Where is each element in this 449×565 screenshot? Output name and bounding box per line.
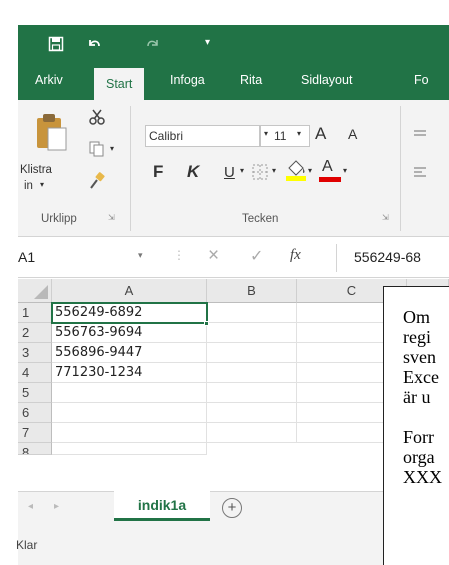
group-divider [400,106,401,231]
align-left-icon[interactable] [413,166,427,185]
font-size-dropdown-icon: ▾ [264,129,269,138]
clipboard-launcher-icon[interactable]: ⇲ [108,213,115,222]
note-line: är u [403,387,431,407]
cut-icon[interactable] [88,108,106,131]
borders-icon[interactable] [251,163,269,186]
formula-divider [336,244,337,272]
paste-label[interactable]: Klistra [20,164,52,176]
tab-start[interactable]: Start [94,68,145,100]
clipboard-group-label: Urklipp [41,213,77,225]
formula-bar: A1 ▾ ⋮ × ✓ fx 556249-68 [18,238,449,278]
fill-handle[interactable] [204,321,209,326]
paste-label-2[interactable]: in [24,180,33,192]
note-line: regi [403,327,431,347]
redo-icon[interactable] [145,25,161,61]
tab-infoga[interactable]: Infoga [170,61,205,100]
cell-a5[interactable] [52,383,207,403]
ribbon: Klistra in ▾ ▾ Urklipp ⇲ Calibri ▾ 11 ▾ … [18,100,449,237]
cell-b6[interactable] [207,403,297,423]
underline-dropdown-icon[interactable]: ▾ [240,166,244,175]
tab-sidlayout[interactable]: Sidlayout [301,61,352,100]
font-group-label: Tecken [242,213,279,225]
copy-dropdown-icon[interactable]: ▾ [110,144,114,153]
annotation-box: Om regi sven Exce är u Forr orga XXX [383,286,449,565]
row-header[interactable]: 8 [18,443,52,455]
cell-a7[interactable] [52,423,207,443]
align-top-icon[interactable] [413,126,427,144]
customize-icon[interactable]: ▾ [205,25,210,61]
font-color-button[interactable]: A [319,158,341,182]
fill-color-dropdown-icon[interactable]: ▾ [308,166,312,175]
ribbon-tabs: Arkiv Start Infoga Rita Sidlayout Fo [18,61,449,100]
italic-button[interactable]: K [187,162,199,182]
paste-icon[interactable] [34,110,68,159]
copy-icon[interactable] [88,140,106,163]
font-size-box[interactable]: ▾ 11 ▾ [260,125,310,147]
undo-icon[interactable] [86,25,102,61]
row-header[interactable]: 2 [18,323,52,343]
active-cell-outline [51,302,208,324]
cell-b7[interactable] [207,423,297,443]
note-line: Om [403,307,430,327]
group-divider [130,106,131,231]
column-header-b[interactable]: B [207,279,297,303]
cancel-icon[interactable]: × [208,245,219,267]
note-line: XXX [403,467,442,487]
tab-formler[interactable]: Fo [414,61,429,100]
row-header[interactable]: 4 [18,363,52,383]
cell-a4[interactable]: 771230-1234 [52,363,207,383]
row-header[interactable]: 3 [18,343,52,363]
note-line: orga [403,447,435,467]
cell-a8[interactable] [52,443,207,455]
cell-a2[interactable]: 556763-9694 [52,323,207,343]
column-header-a[interactable]: A [52,279,207,303]
note-line: Forr [403,427,434,447]
cell-b3[interactable] [207,343,297,363]
tab-arkiv[interactable]: Arkiv [35,61,63,100]
paste-dropdown-icon[interactable]: ▾ [40,180,44,189]
row-header[interactable]: 6 [18,403,52,423]
save-icon[interactable] [48,25,64,61]
cell-b1[interactable] [207,303,297,323]
function-icon[interactable]: fx [290,247,301,264]
format-painter-icon[interactable] [88,172,106,195]
borders-dropdown-icon[interactable]: ▾ [272,166,276,175]
quick-access-toolbar: ▾ [18,25,449,61]
separator-dots-icon: ⋮ [173,248,185,262]
font-name-box[interactable]: Calibri [145,125,260,147]
row-header[interactable]: 7 [18,423,52,443]
bold-button[interactable]: F [153,162,163,182]
note-line: Exce [403,367,439,387]
cell-a3[interactable]: 556896-9447 [52,343,207,363]
sheet-tab-indik1a[interactable]: indik1a [114,491,210,521]
enter-icon[interactable]: ✓ [250,246,263,266]
row-header[interactable]: 1 [18,303,52,323]
row-header[interactable]: 5 [18,383,52,403]
name-box-dropdown-icon[interactable]: ▾ [138,250,143,261]
cell-b4[interactable] [207,363,297,383]
underline-button[interactable]: U [224,164,235,181]
status-text: Klar [16,538,38,552]
cell-b2[interactable] [207,323,297,343]
add-sheet-button[interactable]: + [222,498,242,518]
select-all-corner[interactable] [18,279,52,303]
note-line: sven [403,347,436,367]
plus-icon: + [227,499,237,516]
excel-window: ▾ Arkiv Start Infoga Rita Sidlayout Fo K… [0,0,449,565]
cell-b5[interactable] [207,383,297,403]
scroll-left-icon[interactable]: ◂ [28,501,33,512]
formula-input[interactable]: 556249-68 [354,249,421,265]
name-box[interactable]: A1 [18,249,35,265]
scroll-right-icon[interactable]: ▸ [54,501,59,512]
cell-a6[interactable] [52,403,207,423]
tab-rita[interactable]: Rita [240,61,262,100]
font-color-dropdown-icon[interactable]: ▾ [343,166,347,175]
grow-font-button[interactable]: A [315,124,326,144]
fill-color-icon[interactable] [285,158,307,187]
chevron-down-icon: ▾ [297,129,302,138]
font-launcher-icon[interactable]: ⇲ [382,213,389,222]
shrink-font-button[interactable]: A [348,126,357,142]
